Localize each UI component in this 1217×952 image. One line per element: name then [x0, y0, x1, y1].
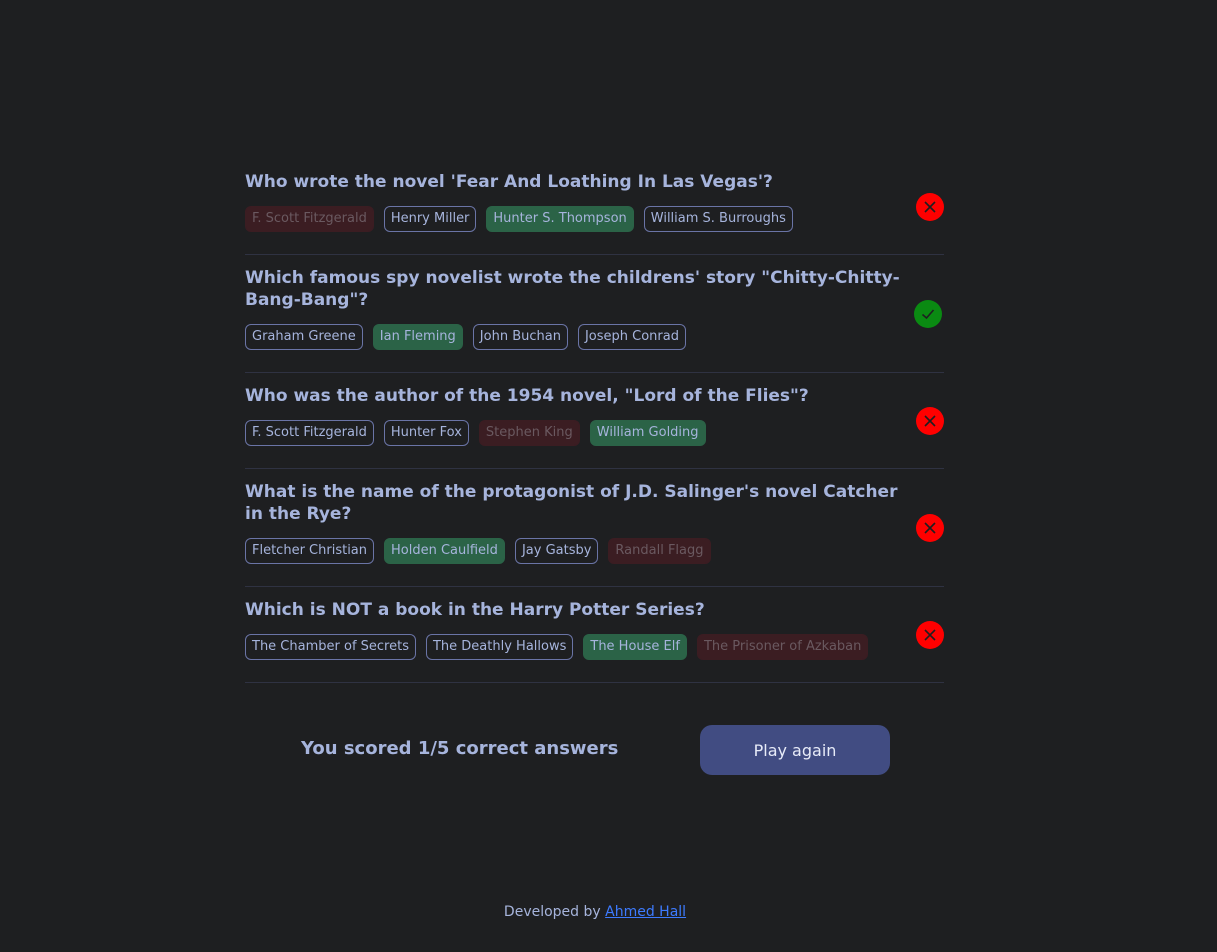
- answer-options: F. Scott Fitzgerald Hunter Fox Stephen K…: [245, 420, 944, 446]
- credit-prefix: Developed by: [503, 904, 601, 920]
- answer-options: F. Scott Fitzgerald Henry Miller Hunter …: [245, 206, 944, 232]
- answer-options: The Chamber of Secrets The Deathly Hallo…: [245, 634, 944, 660]
- footer-credit: Developed by Ahmed Hall: [0, 904, 1190, 920]
- answer-option[interactable]: The Chamber of Secrets: [245, 634, 416, 660]
- results-bar: You scored 1/5 correct answers Play agai…: [245, 725, 944, 775]
- question-5: Which is NOT a book in the Harry Potter …: [245, 587, 944, 683]
- question-text: Who was the author of the 1954 novel, "L…: [245, 386, 809, 406]
- answer-option[interactable]: John Buchan: [472, 324, 568, 350]
- answer-option[interactable]: Hunter Fox: [383, 420, 469, 446]
- author-link[interactable]: Ahmed Hall: [605, 904, 686, 920]
- answer-option[interactable]: F. Scott Fitzgerald: [245, 206, 374, 232]
- question-text: Who wrote the novel 'Fear And Loathing I…: [245, 172, 773, 192]
- answer-option[interactable]: Hunter S. Thompson: [486, 206, 634, 232]
- answer-options: Graham Greene Ian Fleming John Buchan Jo…: [245, 324, 944, 350]
- answer-option[interactable]: Fletcher Christian: [245, 538, 375, 564]
- incorrect-icon: [916, 620, 944, 649]
- quiz-results: Who wrote the novel 'Fear And Loathing I…: [245, 159, 944, 683]
- answer-option[interactable]: Stephen King: [478, 420, 580, 446]
- question-text: Which famous spy novelist wrote the chil…: [245, 268, 900, 310]
- incorrect-icon: [916, 406, 944, 435]
- question-1: Who wrote the novel 'Fear And Loathing I…: [245, 159, 944, 255]
- incorrect-icon: [916, 513, 944, 542]
- answer-option[interactable]: Holden Caulfield: [384, 538, 505, 564]
- answer-option[interactable]: Jay Gatsby: [514, 538, 599, 564]
- answer-options: Fletcher Christian Holden Caulfield Jay …: [245, 538, 944, 564]
- question-4: What is the name of the protagonist of J…: [245, 469, 944, 587]
- answer-option[interactable]: Graham Greene: [245, 324, 363, 350]
- play-again-button[interactable]: Play again: [700, 725, 890, 775]
- answer-option[interactable]: Henry Miller: [383, 206, 477, 232]
- answer-option[interactable]: Ian Fleming: [372, 324, 463, 350]
- answer-option[interactable]: Randall Flagg: [608, 538, 711, 564]
- score-text: You scored 1/5 correct answers: [301, 738, 619, 759]
- answer-option[interactable]: William Golding: [589, 420, 706, 446]
- question-3: Who was the author of the 1954 novel, "L…: [245, 373, 944, 469]
- question-text: Which is NOT a book in the Harry Potter …: [245, 600, 705, 620]
- answer-option[interactable]: The Prisoner of Azkaban: [696, 634, 869, 660]
- correct-icon: [914, 299, 942, 328]
- question-text: What is the name of the protagonist of J…: [245, 482, 898, 524]
- answer-option[interactable]: Joseph Conrad: [577, 324, 686, 350]
- answer-option[interactable]: William S. Burroughs: [643, 206, 793, 232]
- answer-option[interactable]: The Deathly Hallows: [425, 634, 574, 660]
- answer-option[interactable]: F. Scott Fitzgerald: [245, 420, 374, 446]
- answer-option[interactable]: The House Elf: [583, 634, 687, 660]
- incorrect-icon: [916, 192, 944, 221]
- question-2: Which famous spy novelist wrote the chil…: [245, 255, 944, 373]
